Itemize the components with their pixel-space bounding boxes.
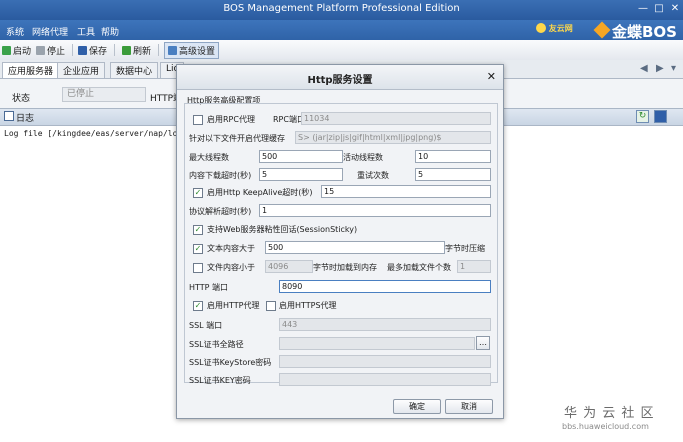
rpc-port-input[interactable]: 11034 xyxy=(301,112,491,125)
http-port-label: HTTP 端口 xyxy=(189,283,229,292)
kingdee-cloud-logo: 友云网 xyxy=(536,23,586,38)
cache-label: 针对以下文件开启代理缓存 xyxy=(189,134,285,143)
save-icon xyxy=(78,46,87,55)
maximize-icon[interactable]: □ xyxy=(652,3,666,14)
refresh-button[interactable]: 刷新 xyxy=(122,44,151,57)
tab-list-icon[interactable]: ▾ xyxy=(671,63,676,74)
http-settings-dialog: Http服务设置 ✕ Http服务高级配置项 启用RPC代理 RPC端口 110… xyxy=(176,64,504,419)
max-threads-label: 最大线程数 xyxy=(189,153,229,162)
compress-suffix: 字节时压缩 xyxy=(445,244,485,253)
status-value: 已停止 xyxy=(62,87,146,102)
refresh-icon xyxy=(122,46,131,55)
max-files-label: 最多加载文件个数 xyxy=(387,263,451,272)
start-icon xyxy=(2,46,11,55)
memory-load-checkbox[interactable] xyxy=(193,263,203,273)
start-button[interactable]: 启动 xyxy=(2,44,31,57)
menu-tools[interactable]: 工具 xyxy=(77,25,95,38)
ssl-port-input[interactable]: 443 xyxy=(279,318,491,331)
settings-icon xyxy=(168,46,177,55)
log-refresh-icon[interactable]: ↻ xyxy=(636,110,649,123)
compress-checkbox[interactable]: ✓ xyxy=(193,244,203,254)
save-button[interactable]: 保存 xyxy=(78,44,107,57)
ssl-keystore-input[interactable] xyxy=(279,355,491,368)
memory-load-label: 文件内容小于 xyxy=(207,263,255,272)
ssl-keystore-label: SSL证书KeyStore密码 xyxy=(189,358,272,367)
ssl-port-label: SSL 端口 xyxy=(189,321,223,330)
ok-button[interactable]: 确定 xyxy=(393,399,441,414)
max-threads-input[interactable]: 500 xyxy=(259,150,343,163)
keepalive-input[interactable]: 15 xyxy=(321,185,491,198)
log-title: 日志 xyxy=(16,114,35,124)
tab-data-center[interactable]: 数据中心 xyxy=(110,62,159,78)
toolbar-separator xyxy=(158,44,159,56)
active-threads-input[interactable]: 10 xyxy=(415,150,491,163)
active-threads-label: 活动线程数 xyxy=(343,153,383,162)
window-title: BOS Management Platform Professional Edi… xyxy=(223,3,460,14)
close-icon[interactable]: ✕ xyxy=(668,3,682,14)
keepalive-label: 启用Http KeepAlive超时(秒) xyxy=(207,188,313,197)
http-proxy-label: 启用HTTP代理 xyxy=(207,301,260,310)
max-files-input[interactable]: 1 xyxy=(457,260,491,273)
compress-label: 文本内容大于 xyxy=(207,244,255,253)
tab-app-server[interactable]: 应用服务器 xyxy=(2,62,60,78)
toolbar: 启动 停止 保存 刷新 高级设置 xyxy=(0,40,683,61)
ssl-cert-path-label: SSL证书全路径 xyxy=(189,340,244,349)
protocol-timeout-label: 协议解析超时(秒) xyxy=(189,207,252,216)
toolbar-separator xyxy=(72,44,73,56)
menu-help[interactable]: 帮助 xyxy=(101,25,119,38)
status-label: 状态 xyxy=(12,94,31,104)
download-timeout-input[interactable]: 5 xyxy=(259,168,343,181)
session-sticky-checkbox[interactable]: ✓ xyxy=(193,225,203,235)
https-proxy-label: 启用HTTPS代理 xyxy=(279,301,337,310)
dialog-title-bar: Http服务设置 ✕ xyxy=(177,65,503,90)
memory-load-input[interactable]: 4096 xyxy=(265,260,313,273)
http-proxy-checkbox[interactable]: ✓ xyxy=(193,301,203,311)
cancel-button[interactable]: 取消 xyxy=(445,399,493,414)
menu-bar: 系统 网络代理 工具 帮助 友云网 金蝶BOS xyxy=(0,20,683,42)
enable-rpc-label: 启用RPC代理 xyxy=(207,115,255,124)
watermark-title: 华 为 云 社 区 xyxy=(564,406,655,421)
tab-scroll-left-icon[interactable]: ◀ xyxy=(640,63,648,74)
minimize-icon[interactable]: — xyxy=(636,3,650,14)
log-line: Log file [/kingdee/eas/server/nap/logs/n xyxy=(4,129,197,138)
stop-button[interactable]: 停止 xyxy=(36,44,65,57)
dialog-title: Http服务设置 xyxy=(307,75,373,86)
keepalive-checkbox[interactable]: ✓ xyxy=(193,188,203,198)
advanced-settings-button[interactable]: 高级设置 xyxy=(164,42,220,59)
dialog-close-icon[interactable]: ✕ xyxy=(487,70,496,83)
huawei-cloud-watermark: 华 为 云 社 区 bbs.huaweicloud.com xyxy=(552,396,683,442)
log-icon xyxy=(4,111,14,121)
window-title-bar: BOS Management Platform Professional Edi… xyxy=(0,0,683,20)
compress-input[interactable]: 500 xyxy=(265,241,445,254)
protocol-timeout-input[interactable]: 1 xyxy=(259,204,491,217)
kingdee-bos-logo: 金蝶BOS xyxy=(593,21,677,42)
tab-scroll-right-icon[interactable]: ▶ xyxy=(656,63,664,74)
watermark-url: bbs.huaweicloud.com xyxy=(562,422,649,431)
stop-icon xyxy=(36,46,45,55)
tab-enterprise-app[interactable]: 企业应用 xyxy=(57,62,106,78)
memory-load-suffix: 字节时加载到内存 xyxy=(313,263,377,272)
log-save-icon[interactable] xyxy=(654,110,667,123)
menu-network-proxy[interactable]: 网络代理 xyxy=(32,25,68,38)
enable-rpc-checkbox[interactable] xyxy=(193,115,203,125)
ssl-key-label: SSL证书KEY密码 xyxy=(189,376,251,385)
http-port-input[interactable]: 8090 xyxy=(279,280,491,293)
download-timeout-label: 内容下载超时(秒) xyxy=(189,171,252,180)
https-proxy-checkbox[interactable] xyxy=(266,301,276,311)
browse-folder-icon[interactable]: … xyxy=(476,336,490,350)
session-sticky-label: 支持Web服务器粘性回话(SessionSticky) xyxy=(207,225,358,234)
ssl-key-input[interactable] xyxy=(279,373,491,386)
retry-label: 重试次数 xyxy=(357,171,389,180)
ssl-cert-path-input[interactable] xyxy=(279,337,475,350)
retry-input[interactable]: 5 xyxy=(415,168,491,181)
cache-pattern-input[interactable]: S> (jar|zip|js|gif|html|xml|jpg|png)$ xyxy=(295,131,491,144)
menu-system[interactable]: 系统 xyxy=(6,25,24,38)
toolbar-separator xyxy=(114,44,115,56)
